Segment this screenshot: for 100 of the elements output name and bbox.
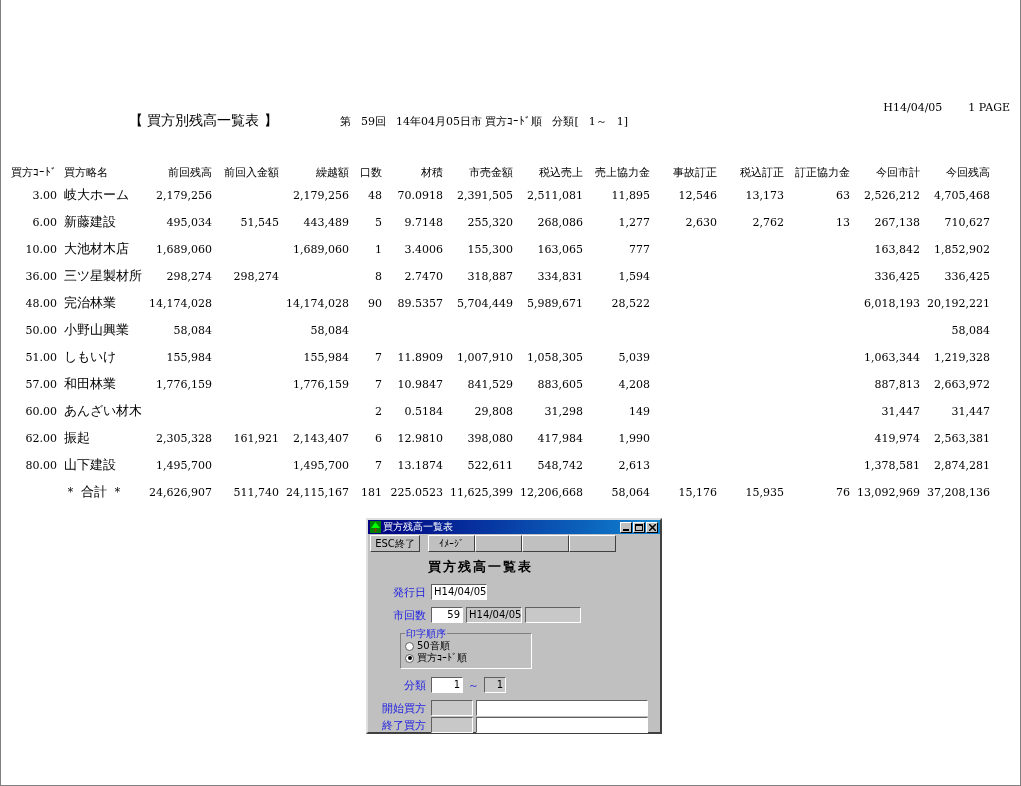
table-cell: 1,063,344 [863, 351, 920, 364]
table-cell: 31,298 [544, 405, 583, 418]
table-cell: 336,425 [944, 270, 990, 283]
print-date: H14/04/05 [883, 101, 943, 116]
table-cell: 417,984 [537, 432, 583, 445]
image-button[interactable]: ｲﾒｰｼﾞ [428, 535, 475, 552]
table-cell: 12.9810 [397, 432, 443, 445]
table-cell: 1,495,700 [156, 459, 212, 472]
table-cell: 70.0918 [397, 189, 443, 202]
table-cell: 163,065 [537, 243, 583, 256]
table-cell: 90 [367, 297, 382, 310]
table-cell: 51.00 [25, 351, 57, 364]
report-meta: 59回 [360, 113, 386, 129]
toolbar-button[interactable] [475, 535, 522, 552]
table-cell: 28,522 [611, 297, 650, 310]
table-cell: 63 [835, 189, 850, 202]
table-cell: 50.00 [25, 324, 57, 337]
field-label: 分類 [403, 677, 426, 693]
table-cell: 5 [374, 216, 382, 229]
table-cell: 58,084 [951, 324, 990, 337]
report-meta: 14年04月05日市 買方ｺｰﾄﾞ順 [395, 113, 543, 129]
table-cell: 14,174,028 [149, 297, 212, 310]
toolbar-button[interactable] [522, 535, 569, 552]
input-field[interactable]: 1 [431, 677, 463, 693]
input-field[interactable]: 59 [431, 607, 463, 623]
table-cell: 29,808 [474, 405, 513, 418]
table-cell: 298,274 [166, 270, 212, 283]
table-cell: 6 [374, 432, 382, 445]
table-cell: 62.00 [25, 432, 57, 445]
table-cell: 58,064 [611, 486, 650, 499]
table-cell: 57.00 [25, 378, 57, 391]
table-cell: 36.00 [25, 270, 57, 283]
table-cell: 1,594 [618, 270, 650, 283]
table-cell: 8 [374, 270, 382, 283]
tree-icon [370, 521, 381, 533]
table-cell: 7 [374, 351, 382, 364]
table-cell: 149 [628, 405, 650, 418]
table-cell: 7 [374, 378, 382, 391]
table-cell: 13,092,969 [856, 486, 920, 499]
table-cell: 完治林業 [64, 295, 116, 310]
table-cell: 2,762 [752, 216, 784, 229]
table-cell: 1,007,910 [456, 351, 513, 364]
input-field[interactable] [476, 717, 648, 733]
column-header: 口数 [359, 165, 382, 179]
table-cell: 6.00 [32, 216, 57, 229]
table-cell: 155,984 [166, 351, 212, 364]
toolbar-button[interactable] [569, 535, 616, 552]
table-cell: 495,034 [166, 216, 212, 229]
maximize-button[interactable] [633, 521, 645, 533]
table-cell: 12,546 [678, 189, 717, 202]
table-cell: 163,842 [874, 243, 920, 256]
table-cell: 1,852,902 [933, 243, 990, 256]
table-cell: 1,689,060 [293, 243, 349, 256]
column-header: 前回入金額 [224, 165, 279, 179]
table-cell: 883,605 [537, 378, 583, 391]
table-cell: 13 [835, 216, 850, 229]
table-cell: 24,626,907 [149, 486, 212, 499]
input-field[interactable] [476, 700, 648, 716]
column-header: 事故訂正 [672, 165, 717, 179]
minimize-button[interactable] [620, 521, 632, 533]
table-cell: 1,277 [618, 216, 650, 229]
table-cell: 4,705,468 [933, 189, 990, 202]
table-cell: 336,425 [874, 270, 920, 283]
readonly-field [525, 607, 581, 623]
table-cell: 2,391,505 [456, 189, 513, 202]
table-cell: 2,563,381 [933, 432, 990, 445]
table-cell: 777 [628, 243, 650, 256]
table-cell: 岐大ホーム [64, 187, 129, 202]
table-cell: 60.00 [25, 405, 57, 418]
close-button[interactable] [646, 521, 658, 533]
table-cell: 4,208 [618, 378, 650, 391]
table-cell: 76 [835, 486, 850, 499]
table-cell: 841,529 [467, 378, 513, 391]
table-cell: あんざい材木 [64, 403, 142, 418]
radio-label: 買方ｺｰﾄﾞ順 [417, 651, 467, 665]
table-cell: 24,115,167 [286, 486, 349, 499]
table-cell: 15,935 [745, 486, 784, 499]
radio-label: 50音順 [417, 639, 450, 652]
table-cell: 20,192,221 [926, 297, 990, 310]
table-cell: 419,974 [874, 432, 920, 445]
table-cell: 11.8909 [397, 351, 443, 364]
report-meta: 分類[ [552, 113, 579, 129]
table-cell: 新藤建設 [64, 214, 116, 229]
input-field[interactable]: H14/04/05 [431, 584, 487, 600]
table-cell: 1 [374, 243, 382, 256]
table-cell: 3.00 [32, 189, 57, 202]
table-cell: 2.7470 [404, 270, 443, 283]
table-cell: 和田林業 [64, 376, 116, 391]
maximize-icon [635, 523, 643, 531]
field-label: 市回数 [392, 607, 426, 623]
table-cell: 48 [367, 189, 382, 202]
table-cell: 298,274 [233, 270, 279, 283]
column-header: 繰越額 [315, 165, 349, 179]
report-title: 【 買方別残高一覧表 】 [129, 112, 278, 130]
radio-button[interactable] [405, 653, 414, 663]
radio-button[interactable] [405, 641, 414, 651]
exit-button[interactable]: ESC終了 [370, 535, 420, 552]
table-cell: 11,895 [611, 189, 650, 202]
table-cell: 511,740 [233, 486, 279, 499]
table-cell: 51,545 [240, 216, 279, 229]
